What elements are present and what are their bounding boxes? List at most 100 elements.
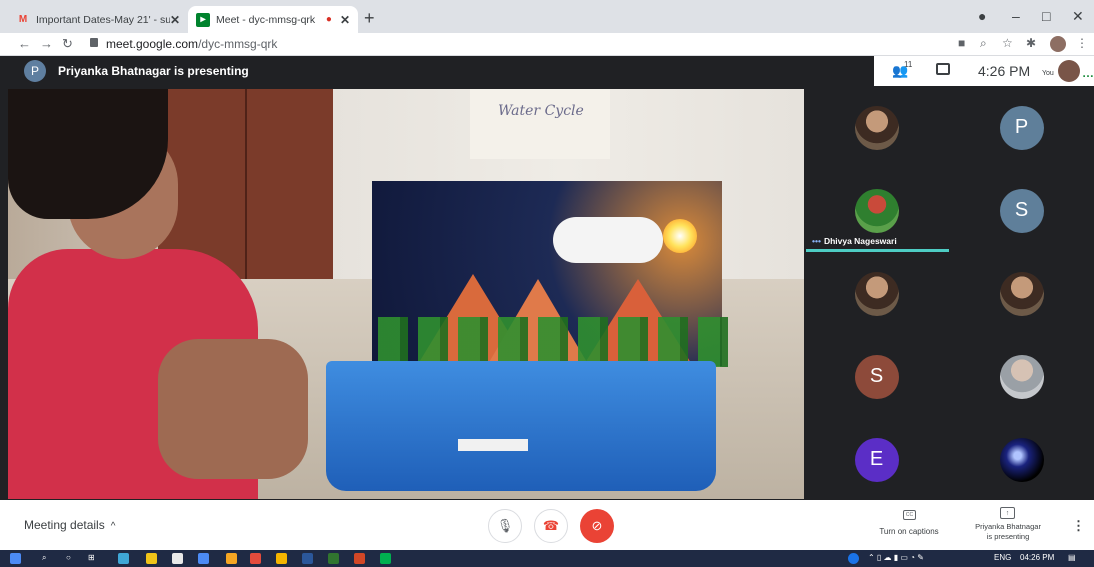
participant-tile[interactable]: E: [804, 418, 949, 501]
powerpoint-icon[interactable]: [354, 553, 365, 564]
participant-tile[interactable]: [949, 252, 1094, 335]
profile-icon[interactable]: ●: [978, 8, 986, 24]
participant-tile[interactable]: [949, 335, 1094, 418]
profile-avatar[interactable]: [1050, 36, 1066, 52]
presenting-banner: Priyanka Bhatnagar is presenting: [58, 64, 249, 78]
participant-avatar: [854, 271, 899, 316]
participant-avatar: S: [999, 188, 1044, 233]
camera-indicator-icon[interactable]: ■: [958, 36, 965, 50]
chrome-icon[interactable]: [276, 553, 287, 564]
chevron-up-icon: ^: [110, 521, 116, 532]
model-trees: [378, 317, 738, 367]
meeting-details-button[interactable]: Meeting details ^: [24, 518, 115, 532]
presenting-status-button[interactable]: Priyanka Bhatnagar is presenting: [965, 522, 1051, 542]
zoom-icon[interactable]: ⌕: [980, 36, 987, 51]
task-view-icon[interactable]: ⊞: [88, 553, 95, 562]
windows-start-icon[interactable]: [10, 553, 21, 564]
participant-avatar: [854, 188, 899, 233]
word-icon[interactable]: [302, 553, 313, 564]
tab-gmail[interactable]: M Important Dates-May 21' - susan ✕: [8, 6, 188, 33]
participant-avatar: [854, 105, 899, 150]
close-tab-icon[interactable]: ✕: [170, 13, 180, 27]
stage-poster: [470, 89, 610, 159]
url-host: meet.google.com: [106, 37, 199, 51]
model-sun: [663, 219, 697, 253]
camera-button[interactable]: ⊘: [580, 509, 614, 543]
office-icon[interactable]: [250, 553, 261, 564]
participant-avatar: [999, 437, 1044, 482]
microphone-button[interactable]: 🎙: [488, 509, 522, 543]
help-icon[interactable]: [848, 553, 859, 564]
browser-menu-icon[interactable]: ⋮: [1076, 36, 1088, 50]
new-tab-button[interactable]: +: [364, 8, 375, 29]
model-cloud: [553, 217, 663, 263]
tab-title: Important Dates-May 21' - susan: [36, 13, 170, 26]
extensions-icon[interactable]: ✱: [1026, 36, 1036, 50]
self-view-avatar[interactable]: [1058, 60, 1080, 82]
participant-tile[interactable]: [804, 86, 949, 169]
edge-icon[interactable]: [118, 553, 129, 564]
captions-button-label[interactable]: Turn on captions: [874, 527, 944, 536]
more-options-icon[interactable]: ⋮: [1072, 518, 1085, 534]
lock-icon: [90, 38, 98, 47]
tub-label: [458, 439, 528, 451]
excel-icon[interactable]: [328, 553, 339, 564]
url-field[interactable]: meet.google.com/dyc-mmsg-qrk: [106, 37, 277, 51]
language-indicator[interactable]: ENG: [994, 553, 1011, 562]
recording-icon: ●: [325, 14, 332, 25]
minimize-button[interactable]: –: [1012, 8, 1020, 24]
participant-tile[interactable]: ••• Dhivya Nageswari: [804, 169, 949, 252]
store-icon[interactable]: [172, 553, 183, 564]
address-bar: ← → ↻ meet.google.com/dyc-mmsg-qrk ■ ⌕ ☆…: [0, 33, 1094, 56]
taskbar-app-icon[interactable]: [226, 553, 237, 564]
meeting-clock: 4:26 PM: [978, 63, 1031, 79]
taskbar-clock[interactable]: 04:26 PM: [1020, 553, 1054, 562]
reload-icon[interactable]: ↻: [62, 36, 73, 52]
maximize-button[interactable]: □: [1042, 8, 1050, 24]
bookmark-star-icon[interactable]: ☆: [1002, 36, 1013, 50]
windows-taskbar: ⌕ ○ ⊞ ⌃ ▯ ☁ ▮ ▭ ◔ ✎ ENG 04:26 PM ▤: [0, 550, 1094, 567]
close-window-button[interactable]: ✕: [1072, 8, 1084, 25]
forward-icon[interactable]: →: [40, 36, 53, 51]
leave-call-button[interactable]: ☎: [534, 509, 568, 543]
close-tab-icon[interactable]: ✕: [340, 13, 350, 27]
cortana-icon[interactable]: ○: [66, 553, 71, 562]
participant-grid: P ••• Dhivya Nageswari S S E: [804, 86, 1094, 500]
speaking-dots-icon: •••: [812, 236, 821, 246]
file-explorer-icon[interactable]: [146, 553, 157, 564]
meet-control-bar: Meeting details ^ 🎙 ☎ ⊘ CC Turn on captio…: [0, 500, 1094, 550]
notifications-icon[interactable]: ▤: [1068, 553, 1076, 562]
url-path: /dyc-mmsg-qrk: [198, 37, 278, 51]
tray-icons[interactable]: ⌃ ▯ ☁ ▮ ▭ ◔ ✎: [868, 553, 924, 562]
participant-tile[interactable]: [949, 418, 1094, 501]
self-speaking-dots-icon: …: [1082, 66, 1094, 80]
participant-tile[interactable]: S: [949, 169, 1094, 252]
search-icon[interactable]: ⌕: [42, 553, 46, 563]
participant-avatar: P: [999, 105, 1044, 150]
presentation-stage: Water Cycle: [8, 89, 804, 499]
captions-icon[interactable]: CC: [903, 510, 916, 520]
back-icon[interactable]: ←: [18, 36, 31, 51]
meeting-details-label: Meeting details: [24, 518, 105, 532]
hang-up-icon: ☎: [542, 518, 560, 533]
meet-taskbar-icon[interactable]: [380, 553, 391, 564]
participant-count: 11: [904, 60, 913, 69]
chat-icon[interactable]: [936, 63, 950, 75]
participant-avatar: E: [854, 437, 899, 482]
meet-icon: ▸: [196, 12, 210, 27]
browser-tab-strip: M Important Dates-May 21' - susan ✕ ▸ Me…: [0, 0, 1094, 33]
participant-name-label: Dhivya Nageswari: [823, 236, 897, 246]
participant-avatar: S: [854, 354, 899, 399]
participant-tile[interactable]: S: [804, 335, 949, 418]
participant-tile[interactable]: [804, 252, 949, 335]
participant-name: ••• Dhivya Nageswari: [812, 236, 897, 246]
stage-poster-text: Water Cycle: [498, 103, 584, 119]
present-screen-icon[interactable]: ↑: [1000, 507, 1015, 519]
tab-meet[interactable]: ▸ Meet - dyc-mmsg-qrk ● ✕: [188, 6, 358, 33]
participant-tile[interactable]: P: [949, 86, 1094, 169]
presenter-avatar: P: [24, 60, 46, 82]
camera-off-icon: ⊘: [591, 518, 603, 533]
cabinet-divider: [245, 89, 247, 279]
dropbox-icon[interactable]: [198, 553, 209, 564]
presenting-status-line2: is presenting: [986, 532, 1030, 541]
